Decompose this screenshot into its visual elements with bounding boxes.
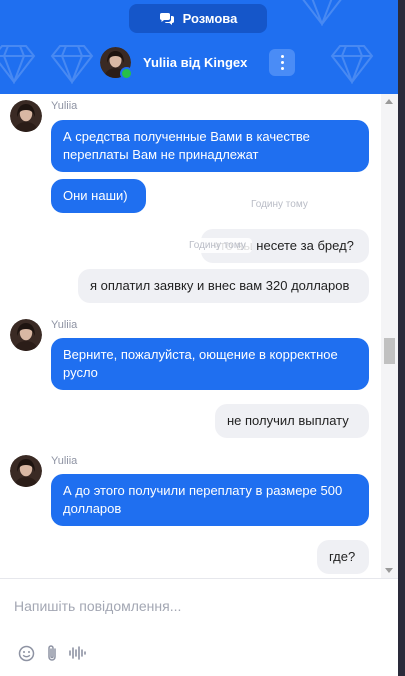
avatar (10, 455, 42, 487)
attachment-button[interactable] (42, 643, 62, 663)
chat-header: Розмова Yuliia від Kingex (0, 0, 398, 94)
voice-icon (69, 646, 86, 660)
background-edge (398, 0, 405, 676)
diamond-decor-icon (0, 45, 36, 84)
message-bubble-incoming: А средства полученные Вами в качестве пе… (51, 120, 369, 172)
message-scrollbar[interactable] (381, 94, 398, 578)
avatar (10, 100, 42, 132)
agent-info: Yuliia від Kingex (100, 47, 248, 80)
avatar (100, 47, 133, 80)
sender-name: Yuliia (51, 100, 78, 112)
message-list: Yuliia А средства полученные Вами в каче… (0, 94, 381, 578)
sender-name: Yuliia (51, 319, 78, 331)
emoji-button[interactable] (16, 643, 36, 663)
diamond-decor-icon (302, 0, 342, 26)
attachment-icon (48, 645, 56, 661)
online-status-dot (120, 67, 133, 80)
scrollbar-thumb[interactable] (384, 338, 395, 364)
timestamp-tooltip: Годину тому (183, 238, 252, 253)
message-composer (0, 578, 398, 676)
message-bubble-incoming: Они наши) (51, 179, 146, 213)
diamond-decor-icon (330, 45, 374, 84)
more-vertical-icon (280, 55, 284, 70)
tab-conversation-label: Розмова (182, 11, 238, 26)
message-bubble-outgoing: где? (317, 540, 369, 574)
tab-conversation[interactable]: Розмова (129, 4, 267, 33)
sender-name: Yuliia (51, 455, 78, 467)
message-input[interactable] (12, 591, 376, 621)
diamond-decor-icon (50, 45, 94, 84)
scroll-up-arrow-icon[interactable] (385, 99, 393, 104)
message-bubble-incoming: А до этого получили переплату в размере … (51, 474, 369, 526)
scroll-down-arrow-icon[interactable] (385, 568, 393, 573)
message-bubble-outgoing: я оплатил заявку и внес вам 320 долларов (78, 269, 369, 303)
emoji-icon (18, 645, 34, 661)
chat-icon (159, 12, 174, 25)
agent-name: Yuliia від Kingex (143, 55, 248, 70)
message-bubble-incoming: Верните, пожалуйста, оющение в корректно… (51, 338, 369, 390)
timestamp-tooltip: Годину тому (245, 197, 314, 212)
voice-message-button[interactable] (67, 643, 87, 663)
message-bubble-outgoing: не получил выплату (215, 404, 369, 438)
more-options-button[interactable] (269, 49, 295, 76)
chat-widget: Розмова Yuliia від Kingex Yuliia А средс… (0, 0, 399, 676)
avatar (10, 319, 42, 351)
